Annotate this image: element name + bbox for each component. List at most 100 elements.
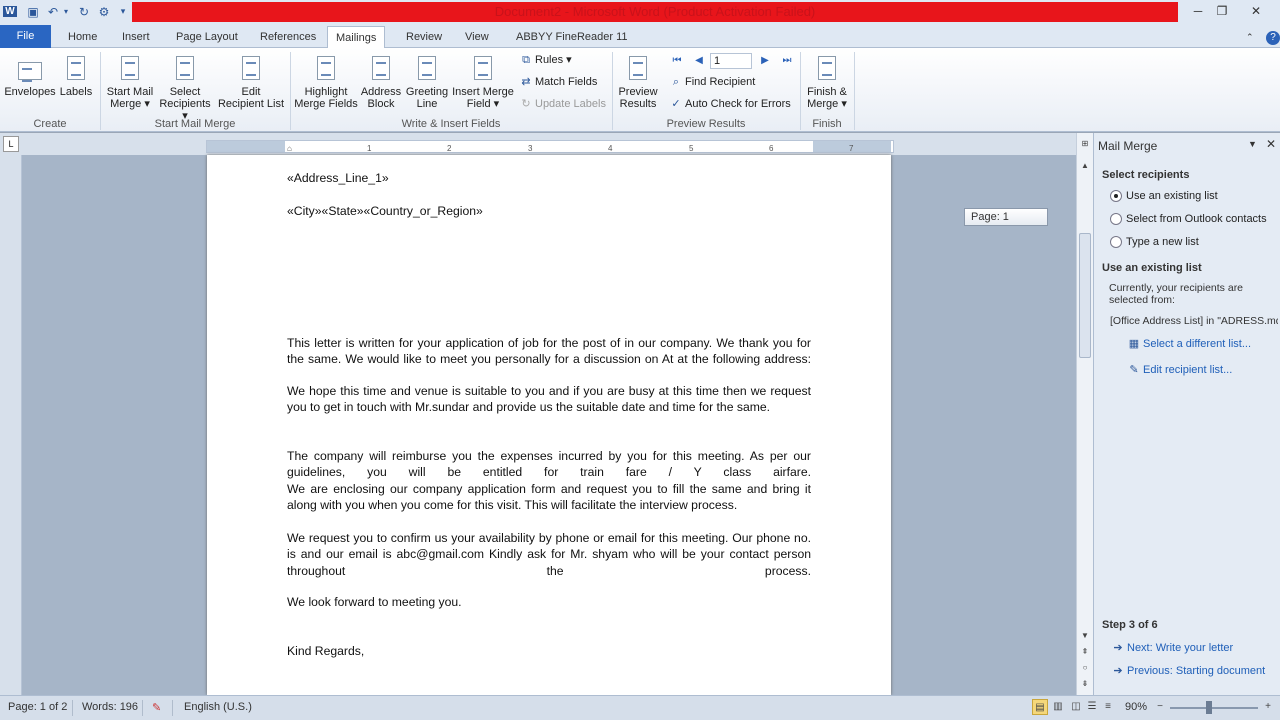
currently-text: Currently, your recipients are selected … bbox=[1109, 282, 1244, 306]
group-start-label: Start Mail Merge bbox=[154, 118, 236, 130]
next-step-link[interactable]: ➔ Next: Write your letter bbox=[1112, 641, 1233, 655]
zoom-out-icon[interactable]: − bbox=[1152, 699, 1168, 715]
tab-home[interactable]: Home bbox=[60, 26, 105, 48]
radio-outlook-contacts[interactable]: Select from Outlook contacts bbox=[1110, 213, 1267, 225]
undo-dropdown-icon[interactable]: ▾ bbox=[62, 3, 70, 20]
tab-mailings[interactable]: Mailings bbox=[327, 26, 386, 49]
vertical-scrollbar[interactable]: ⊞ ▲ ▼ ⇞ ○ ⇟ bbox=[1076, 133, 1093, 695]
zoom-slider-thumb[interactable] bbox=[1206, 701, 1212, 714]
labels-button[interactable]: Labels bbox=[58, 54, 94, 98]
language[interactable]: English (U.S.) bbox=[184, 701, 252, 713]
page-tooltip: Page: 1 bbox=[964, 208, 1048, 226]
undo-icon[interactable]: ↶ bbox=[46, 3, 60, 20]
print-layout-icon[interactable]: ▤ bbox=[1032, 699, 1048, 715]
tab-review[interactable]: Review bbox=[398, 26, 450, 48]
customize-toolbar-icon[interactable]: ▾ bbox=[118, 3, 128, 20]
tab-view[interactable]: View bbox=[457, 26, 497, 48]
radio-new-list[interactable]: Type a new list bbox=[1110, 236, 1199, 248]
touch-mode-icon[interactable]: ⚙ bbox=[96, 3, 112, 20]
finish-merge-button[interactable]: Finish & Merge ▾ bbox=[804, 54, 850, 110]
outline-icon[interactable]: ☰ bbox=[1084, 699, 1100, 715]
scroll-down-icon[interactable]: ▼ bbox=[1077, 629, 1093, 643]
insert-merge-field-button[interactable]: Insert Merge Field ▾ bbox=[452, 54, 514, 110]
first-record-icon[interactable]: ⏮ bbox=[670, 54, 684, 68]
paragraph-3[interactable]: The company will reimburse you the expen… bbox=[287, 448, 811, 481]
help-icon[interactable]: ? bbox=[1258, 26, 1280, 48]
ruler-tick: 6 bbox=[769, 144, 774, 153]
web-layout-icon[interactable]: ◫ bbox=[1068, 699, 1084, 715]
close-icon[interactable]: ✕ bbox=[1242, 2, 1270, 20]
document-area: L ⌂ 1 2 3 4 5 6 7 «Address_Line_1» «City… bbox=[0, 133, 1093, 695]
pane-close-icon[interactable]: ✕ bbox=[1266, 137, 1276, 151]
tab-insert[interactable]: Insert bbox=[114, 26, 158, 48]
paragraph-6[interactable]: We look forward to meeting you. bbox=[287, 594, 811, 610]
radio-existing-list[interactable]: Use an existing list bbox=[1110, 190, 1218, 202]
tab-page-layout[interactable]: Page Layout bbox=[168, 26, 246, 48]
envelopes-button[interactable]: Envelopes bbox=[4, 54, 56, 98]
tab-file[interactable]: File bbox=[0, 25, 51, 48]
last-record-icon[interactable]: ⏭ bbox=[780, 54, 794, 68]
update-labels-button[interactable]: ↻ Update Labels bbox=[520, 98, 606, 110]
document-page[interactable]: «Address_Line_1» «City»«State»«Country_o… bbox=[207, 155, 891, 695]
find-recipient-button[interactable]: ⌕ Find Recipient bbox=[670, 76, 755, 88]
tab-abbyy[interactable]: ABBYY FineReader 11 bbox=[508, 26, 636, 48]
paragraph-1[interactable]: This letter is written for your applicat… bbox=[287, 335, 811, 368]
paragraph-2[interactable]: We hope this time and venue is suitable … bbox=[287, 383, 811, 416]
title-bar: W ▣ ↶ ▾ ↻ ⚙ ▾ Document2 - Microsoft Word… bbox=[0, 0, 1280, 24]
group-divider bbox=[854, 52, 855, 130]
save-icon[interactable]: ▣ bbox=[26, 3, 40, 20]
use-existing-heading: Use an existing list bbox=[1102, 262, 1202, 274]
update-labels-icon: ↻ bbox=[521, 98, 531, 110]
browse-object-icon[interactable]: ○ bbox=[1077, 661, 1093, 675]
scroll-up-icon[interactable]: ▲ bbox=[1077, 159, 1093, 173]
zoom-in-icon[interactable]: + bbox=[1260, 699, 1276, 715]
next-page-icon[interactable]: ⇟ bbox=[1077, 677, 1093, 691]
ribbon-tabs: File Home Insert Page Layout References … bbox=[0, 24, 1280, 49]
previous-record-icon[interactable]: ◀ bbox=[692, 54, 706, 68]
highlight-icon bbox=[311, 54, 341, 84]
closing-line[interactable]: Kind Regards, bbox=[287, 643, 811, 659]
next-record-icon[interactable]: ▶ bbox=[758, 54, 772, 68]
draft-icon[interactable]: ≡ bbox=[1100, 699, 1116, 715]
previous-step-link[interactable]: ➔ Previous: Starting document bbox=[1112, 664, 1265, 678]
paragraph-5[interactable]: We request you to confirm us your availa… bbox=[287, 530, 811, 579]
pane-options-icon[interactable]: ▼ bbox=[1248, 139, 1257, 149]
word-count[interactable]: Words: 196 bbox=[82, 701, 138, 713]
window-title: Document2 - Microsoft Word (Product Acti… bbox=[132, 2, 1178, 22]
rules-icon: ⧉ bbox=[522, 54, 530, 66]
greeting-line-button[interactable]: Greeting Line bbox=[404, 54, 450, 110]
preview-results-button[interactable]: Preview Results bbox=[616, 54, 660, 110]
zoom-level[interactable]: 90% bbox=[1125, 701, 1147, 713]
tab-selector[interactable]: L bbox=[3, 136, 19, 152]
paragraph-4[interactable]: We are enclosing our company application… bbox=[287, 481, 811, 514]
ruler-toggle-icon[interactable]: ⊞ bbox=[1077, 137, 1093, 151]
greeting-line-icon bbox=[412, 54, 442, 84]
tab-references[interactable]: References bbox=[252, 26, 324, 48]
select-different-list-link[interactable]: ▦ Select a different list... bbox=[1128, 337, 1251, 351]
finish-merge-icon bbox=[812, 54, 842, 84]
rules-button[interactable]: ⧉ Rules ▾ bbox=[520, 54, 572, 66]
redo-icon[interactable]: ↻ bbox=[77, 3, 91, 20]
edit-recipient-list-button[interactable]: Edit Recipient List bbox=[216, 54, 286, 110]
record-number-input[interactable]: 1 bbox=[710, 53, 752, 69]
page-count[interactable]: Page: 1 of 2 bbox=[8, 701, 67, 713]
select-recipients-button[interactable]: Select Recipients ▾ bbox=[156, 54, 214, 122]
full-screen-reading-icon[interactable]: ▥ bbox=[1050, 699, 1066, 715]
city-field[interactable]: «City»«State»«Country_or_Region» bbox=[287, 203, 811, 219]
horizontal-ruler[interactable]: L ⌂ 1 2 3 4 5 6 7 bbox=[0, 133, 1076, 155]
edit-recipient-list-link[interactable]: ✎ Edit recipient list... bbox=[1128, 363, 1232, 377]
address-field[interactable]: «Address_Line_1» bbox=[287, 170, 811, 186]
start-mail-merge-button[interactable]: Start Mail Merge ▾ bbox=[104, 54, 156, 110]
auto-check-errors-button[interactable]: ✓ Auto Check for Errors bbox=[670, 98, 790, 110]
indent-marker[interactable]: ⌂ bbox=[287, 144, 292, 153]
previous-page-icon[interactable]: ⇞ bbox=[1077, 645, 1093, 659]
zoom-slider[interactable] bbox=[1170, 707, 1258, 709]
highlight-merge-fields-button[interactable]: Highlight Merge Fields bbox=[294, 54, 358, 110]
restore-icon[interactable]: ❐ bbox=[1208, 2, 1236, 20]
address-block-button[interactable]: Address Block bbox=[360, 54, 402, 110]
proofing-icon[interactable]: ✎ bbox=[152, 701, 161, 714]
vertical-ruler[interactable] bbox=[0, 155, 22, 695]
scroll-thumb[interactable] bbox=[1079, 233, 1091, 358]
match-fields-button[interactable]: ⇄ Match Fields bbox=[520, 76, 597, 88]
ruler-tick: 3 bbox=[528, 144, 533, 153]
